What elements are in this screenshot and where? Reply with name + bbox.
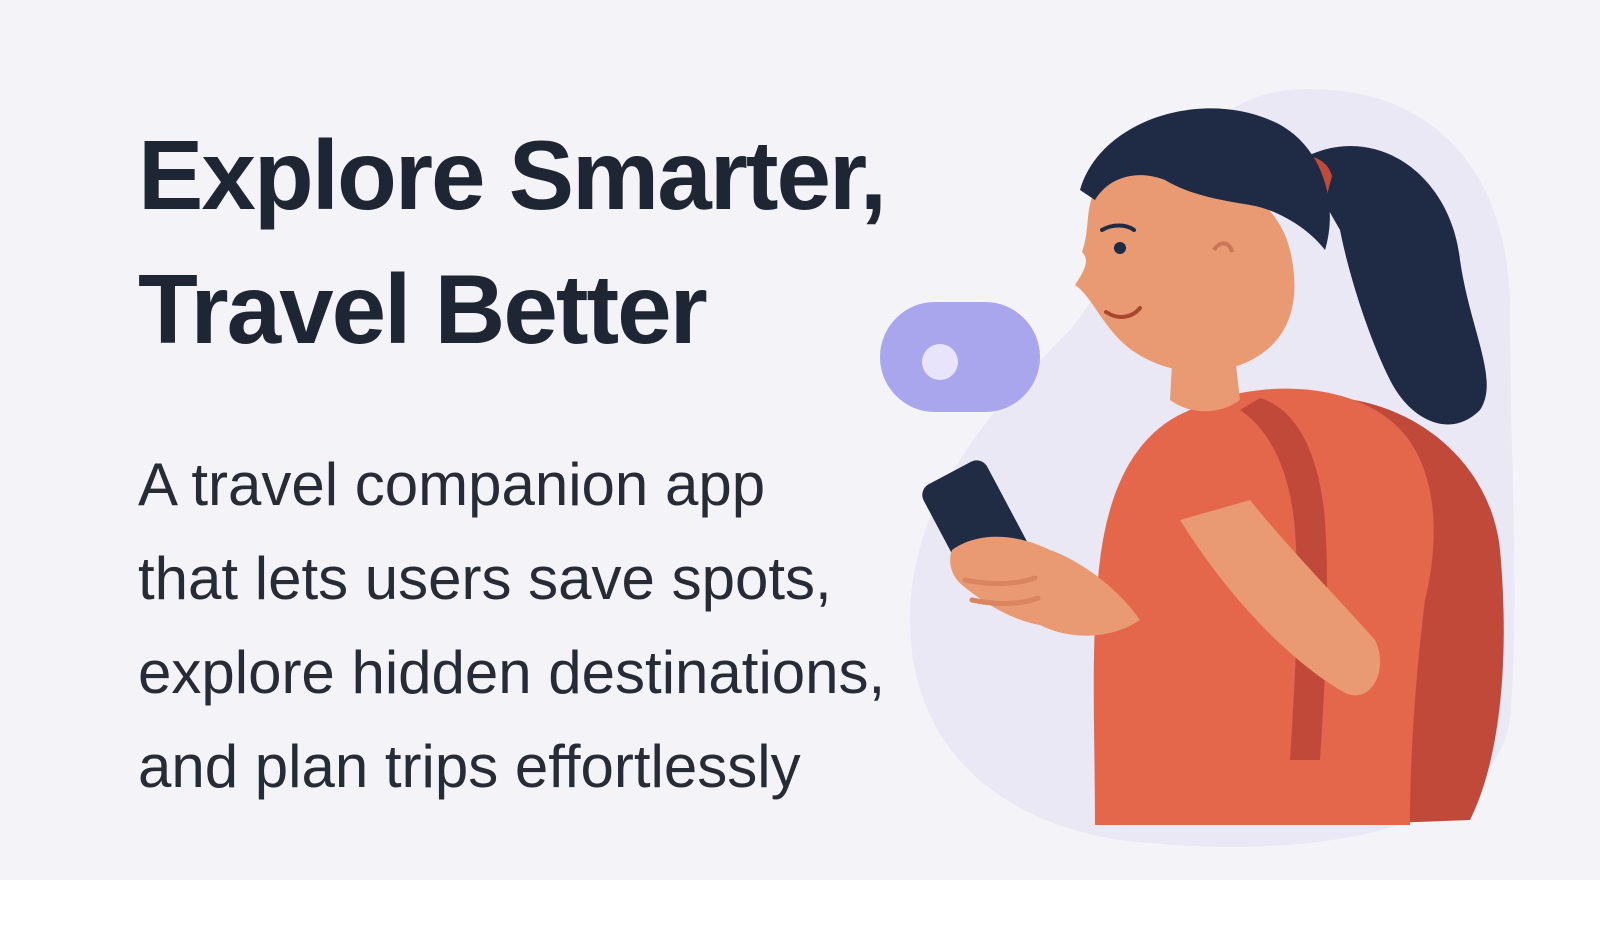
- hero-section: Explore Smarter, Travel Better A travel …: [0, 0, 1600, 880]
- notification-bubble-icon: [880, 302, 1040, 412]
- hero-headline: Explore Smarter, Travel Better: [138, 108, 887, 376]
- description-line-1: A travel companion app: [138, 451, 766, 518]
- eye: [1114, 242, 1126, 254]
- description-line-3: explore hidden destinations,: [138, 639, 886, 706]
- bubble-dot: [922, 344, 958, 380]
- headline-line-2: Travel Better: [138, 254, 708, 364]
- description-line-4: and plan trips effortlessly: [138, 733, 801, 800]
- traveler-with-phone-icon: [880, 89, 1515, 847]
- description-line-2: that lets users save spots,: [138, 545, 832, 612]
- headline-line-1: Explore Smarter,: [138, 120, 887, 230]
- ear: [1202, 230, 1242, 270]
- hero-description: A travel companion app that lets users s…: [138, 438, 885, 814]
- page-footer-strip: [0, 880, 1600, 949]
